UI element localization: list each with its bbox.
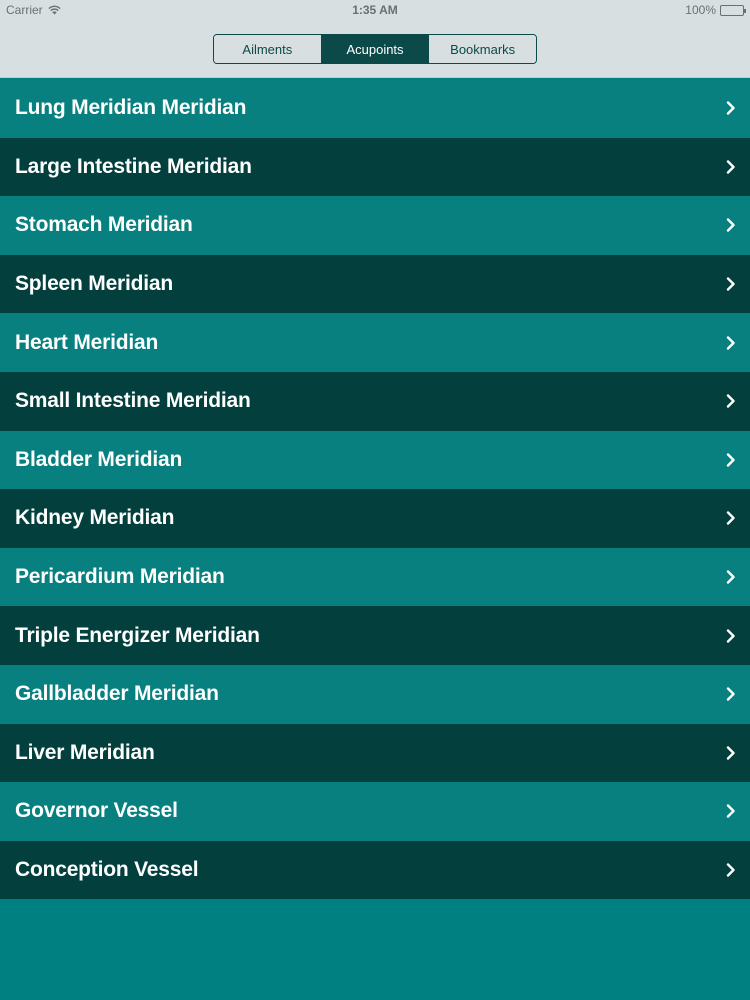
list-item-label: Kidney Meridian	[15, 506, 175, 530]
chevron-right-icon	[726, 804, 735, 819]
list-item[interactable]: Large Intestine Meridian	[0, 137, 750, 197]
chevron-right-icon	[726, 218, 735, 233]
list-item-label: Spleen Meridian	[15, 272, 174, 296]
chevron-right-icon	[726, 687, 735, 701]
segment-label: Ailments	[242, 41, 293, 57]
chevron-right-icon	[726, 863, 735, 877]
list-item-label: Bladder Meridian	[15, 447, 183, 471]
list-item[interactable]: Governor Vessel	[0, 782, 750, 841]
list-item[interactable]: Gallbladder Meridian	[0, 664, 750, 724]
list-item[interactable]: Lung Meridian Meridian	[0, 79, 750, 138]
list-item-label: Stomach Meridian	[15, 213, 193, 237]
list-item-label: Governor Vessel	[15, 799, 178, 823]
chevron-right-icon	[726, 570, 735, 584]
segment-bookmarks[interactable]: Bookmarks	[428, 35, 536, 63]
battery-icon	[720, 4, 746, 16]
list-item-label: Large Intestine Meridian	[15, 154, 252, 178]
list-item[interactable]: Liver Meridian	[0, 723, 750, 783]
segment-ailments[interactable]: Ailments	[214, 35, 321, 63]
battery-percent: 100%	[685, 3, 716, 17]
list-item[interactable]: Heart Meridian	[0, 313, 750, 372]
list-item-label: Heart Meridian	[15, 330, 159, 354]
list-item[interactable]: Small Intestine Meridian	[0, 371, 750, 431]
list-item[interactable]: Stomach Meridian	[0, 196, 750, 255]
chevron-right-icon	[726, 453, 735, 467]
chevron-right-icon	[726, 101, 735, 115]
segment-label: Acupoints	[346, 41, 404, 57]
list-item[interactable]: Conception Vessel	[0, 840, 750, 900]
segmented-control: Ailments Acupoints Bookmarks	[213, 34, 537, 64]
navigation-bar: Ailments Acupoints Bookmarks	[0, 20, 750, 78]
segment-acupoints[interactable]: Acupoints	[320, 35, 429, 63]
chevron-right-icon	[726, 160, 735, 174]
chevron-right-icon	[726, 511, 735, 526]
list-item[interactable]: Spleen Meridian	[0, 254, 750, 314]
list-item-label: Gallbladder Meridian	[15, 682, 219, 706]
list-item-label: Small Intestine Meridian	[15, 389, 251, 413]
chevron-right-icon	[726, 628, 735, 643]
meridian-list: Lung Meridian Meridian Large Intestine Me…	[0, 79, 750, 900]
status-time: 1:35 AM	[352, 3, 398, 17]
chevron-right-icon	[726, 277, 735, 291]
list-item-label: Lung Meridian Meridian	[15, 96, 247, 120]
list-item-label: Liver Meridian	[15, 740, 155, 764]
chevron-right-icon	[726, 746, 735, 760]
list-item-label: Triple Energizer Meridian	[15, 623, 260, 647]
chevron-right-icon	[726, 335, 735, 350]
list-item[interactable]: Kidney Meridian	[0, 489, 750, 548]
list-item[interactable]: Bladder Meridian	[0, 430, 750, 490]
list-item-label: Pericardium Meridian	[15, 565, 225, 589]
chevron-right-icon	[726, 394, 735, 408]
list-item-label: Conception Vessel	[15, 858, 199, 882]
status-bar: Carrier 1:35 AM 100%	[0, 0, 750, 20]
list-item[interactable]: Triple Energizer Meridian	[0, 606, 750, 665]
battery-info: 100%	[685, 3, 746, 17]
segment-label: Bookmarks	[450, 41, 516, 57]
list-item[interactable]: Pericardium Meridian	[0, 547, 750, 607]
